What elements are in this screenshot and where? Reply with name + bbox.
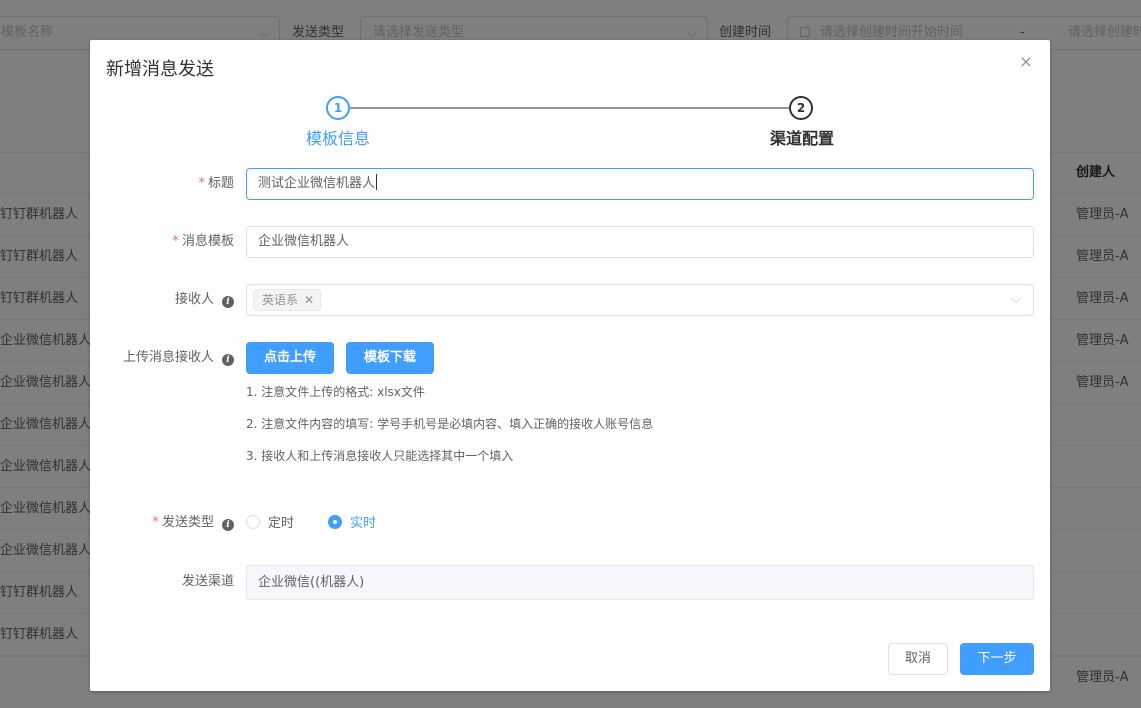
template-input[interactable]: 企业微信机器人 xyxy=(246,226,1034,258)
template-label-text: 消息模板 xyxy=(181,234,234,249)
radio-circle-icon xyxy=(246,515,260,529)
title-label: * 标题 xyxy=(198,168,234,200)
upload-label: 上传消息接收人 i xyxy=(123,342,234,374)
receiver-tag-label: 英语系 xyxy=(262,293,299,307)
channel-label: 发送渠道 xyxy=(181,574,234,589)
next-step-button[interactable]: 下一步 xyxy=(960,643,1034,675)
cancel-button[interactable]: 取消 xyxy=(888,643,948,675)
title-label-text: 标题 xyxy=(207,176,234,191)
close-icon[interactable]: × xyxy=(1018,54,1034,70)
tag-close-icon[interactable]: ✕ xyxy=(304,293,314,307)
upload-note-1: 1. 注意文件上传的格式: xlsx文件 xyxy=(246,385,425,399)
info-icon[interactable]: i xyxy=(222,354,234,366)
required-mark: * xyxy=(198,176,205,191)
upload-button[interactable]: 点击上传 xyxy=(246,342,334,374)
info-icon[interactable]: i xyxy=(222,296,234,308)
receiver-label-text: 接收人 xyxy=(174,292,214,307)
info-icon[interactable]: i xyxy=(222,519,234,531)
template-label: * 消息模板 xyxy=(172,226,234,258)
step-1-label: 模板信息 xyxy=(306,129,371,148)
title-input-value: 测试企业微信机器人 xyxy=(258,176,376,191)
step-2-label: 渠道配置 xyxy=(770,129,835,148)
step-1-circle: 1 xyxy=(326,96,350,120)
form-row-receiver: 接收人 i 英语系 ✕ ⌵ xyxy=(90,284,1050,316)
steps: 1 2 模板信息 渠道配置 xyxy=(90,96,1050,156)
form-row-upload: 上传消息接收人 i 点击上传 模板下载 1. 注意文件上传的格式: xlsx文件 … xyxy=(90,342,1050,482)
radio-realtime-label: 实时 xyxy=(350,516,377,531)
receiver-label: 接收人 i xyxy=(175,284,234,316)
radio-scheduled-label: 定时 xyxy=(268,516,295,531)
text-cursor xyxy=(376,174,378,190)
upload-label-text: 上传消息接收人 xyxy=(122,350,214,365)
title-input[interactable]: 测试企业微信机器人 xyxy=(246,168,1034,200)
send-type-label-text: 发送类型 xyxy=(161,515,214,530)
dialog-title: 新增消息发送 xyxy=(106,59,214,80)
channel-input: 企业微信((机器人) xyxy=(246,565,1034,600)
form-row-channel: 发送渠道 企业微信((机器人) xyxy=(90,565,1050,600)
step-connector xyxy=(350,107,789,109)
required-mark: * xyxy=(152,515,159,530)
template-download-button[interactable]: 模板下载 xyxy=(346,342,434,374)
receiver-select[interactable]: 英语系 ✕ ⌵ xyxy=(246,284,1034,316)
radio-checked-icon xyxy=(328,515,342,529)
chevron-down-icon: ⌵ xyxy=(1011,292,1021,307)
form-row-template: * 消息模板 企业微信机器人 xyxy=(90,226,1050,258)
receiver-tag: 英语系 ✕ xyxy=(253,289,322,311)
form-row-send-type: * 发送类型 i 定时 实时 xyxy=(90,507,1050,539)
step-2-circle: 2 xyxy=(789,96,813,120)
send-type-label: * 发送类型 i xyxy=(152,507,234,539)
radio-scheduled[interactable]: 定时 xyxy=(246,515,294,531)
upload-note-3: 3. 接收人和上传消息接收人只能选择其中一个填入 xyxy=(246,449,514,463)
channel-input-value: 企业微信((机器人) xyxy=(258,575,365,590)
upload-note-2: 2. 注意文件内容的填写: 学号手机号是必填内容、填入正确的接收人账号信息 xyxy=(246,417,654,431)
radio-realtime[interactable]: 实时 xyxy=(328,515,376,531)
template-input-value: 企业微信机器人 xyxy=(258,234,350,249)
add-message-dialog: 新增消息发送 × 1 2 模板信息 渠道配置 * 标题 测试企业微信机器人 * 消息… xyxy=(90,40,1050,691)
form-row-title: * 标题 测试企业微信机器人 xyxy=(90,168,1050,200)
required-mark: * xyxy=(172,234,179,249)
